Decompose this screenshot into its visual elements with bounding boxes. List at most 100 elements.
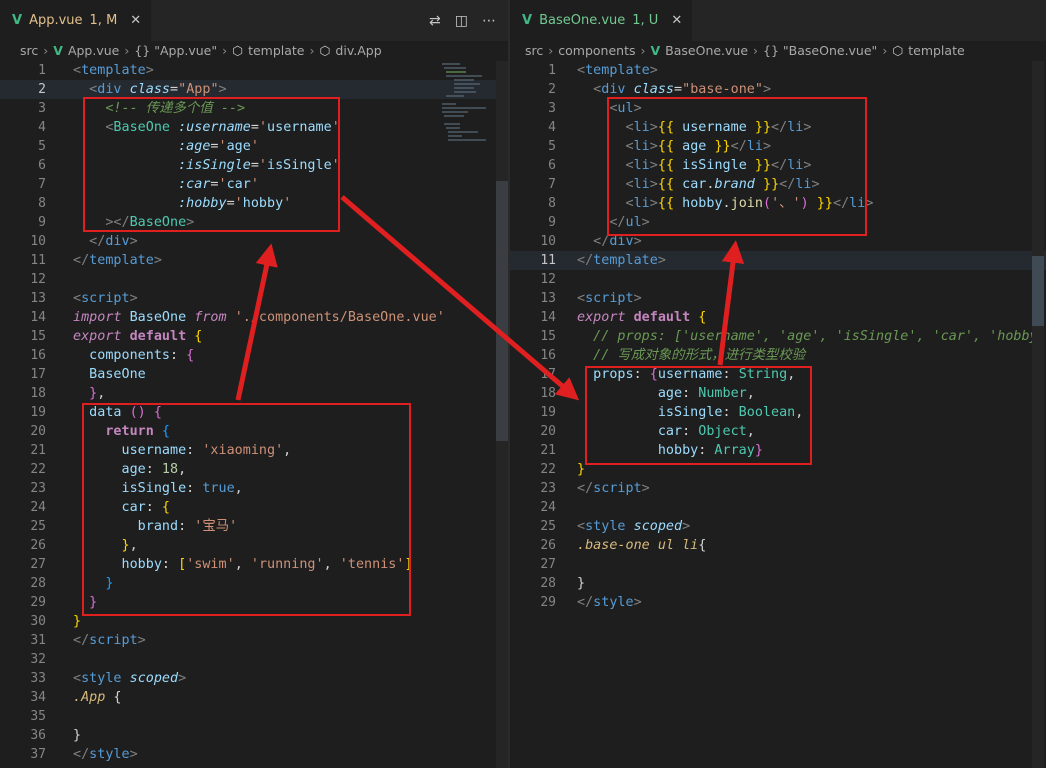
line-number: 24 (30, 500, 46, 515)
tab-label: App.vue (29, 13, 83, 28)
left-tab-bar: V App.vue 1, M ✕ ⇄ ◫ ⋯ (0, 0, 508, 41)
code-text: <li>{{ car.brand }}</li> (625, 177, 820, 192)
code-editor[interactable]: 1 <template> 2 <div class="App"> 3 <!-- 传… (0, 61, 508, 768)
scroll-thumb[interactable] (1032, 256, 1044, 326)
chevron-right-icon: › (124, 43, 130, 58)
tab-app-vue[interactable]: V App.vue 1, M ✕ (0, 0, 152, 41)
split-editor-icon[interactable]: ◫ (455, 13, 468, 29)
code-line: 6 :isSingle='isSingle' (0, 156, 508, 175)
line-number: 8 (38, 196, 46, 211)
code-line: 2 <div class="App"> (0, 80, 508, 99)
code-line: 12 (510, 270, 1046, 289)
code-text: car: { (121, 500, 171, 515)
code-line: 14 import BaseOne from './components/Base… (0, 308, 508, 327)
code-line: 29 } (0, 593, 508, 612)
symbol-icon: ⬡ (892, 43, 904, 58)
code-line: 17 BaseOne (0, 365, 508, 384)
breadcrumb-item[interactable]: {} "BaseOne.vue" (763, 43, 877, 58)
close-icon[interactable]: ✕ (671, 13, 682, 28)
line-number: 19 (30, 405, 46, 420)
line-number: 6 (548, 158, 556, 173)
line-number: 24 (540, 500, 556, 515)
code-text: <li>{{ age }}</li> (625, 139, 772, 154)
code-line: 29 </style> (510, 593, 1046, 612)
breadcrumb-item[interactable]: BaseOne.vue (665, 43, 748, 58)
code-text: brand: '宝马' (137, 519, 238, 534)
code-text: <!-- 传递多个值 --> (105, 101, 246, 116)
code-text: hobby: Array} (657, 443, 763, 458)
line-number: 18 (540, 386, 556, 401)
line-number: 21 (540, 443, 556, 458)
code-text: username: 'xiaoming', (121, 443, 292, 458)
code-text: <div class="base-one"> (593, 82, 772, 97)
code-text: </template> (73, 253, 162, 268)
code-line: 33 <style scoped> (0, 669, 508, 688)
code-text: <template> (73, 63, 154, 78)
symbol-icon: ⬡ (232, 43, 244, 58)
code-line: 31 </script> (0, 631, 508, 650)
code-text: } (73, 728, 82, 743)
line-number: 7 (548, 177, 556, 192)
breadcrumb-item[interactable]: App.vue (68, 43, 119, 58)
code-line: 21 username: 'xiaoming', (0, 441, 508, 460)
code-text: age: Number, (657, 386, 755, 401)
code-text: return { (105, 424, 171, 439)
code-line: 8 <li>{{ hobby.join('、') }}</li> (510, 194, 1046, 213)
code-text: </template> (577, 253, 666, 268)
code-text: <script> (73, 291, 138, 306)
line-number: 9 (38, 215, 46, 230)
code-text: <BaseOne :username='username' (105, 120, 340, 135)
vue-logo-icon: V (53, 43, 63, 58)
code-line: 3 <!-- 传递多个值 --> (0, 99, 508, 118)
vue-logo-icon: V (522, 13, 533, 28)
minimap[interactable] (440, 61, 498, 311)
code-line: 14 export default { (510, 308, 1046, 327)
code-text: :age='age' (178, 139, 259, 154)
line-number: 35 (30, 709, 46, 724)
line-number: 2 (38, 82, 46, 97)
breadcrumb-item[interactable]: div.App (335, 43, 381, 58)
code-text: export default { (577, 310, 707, 325)
code-line: 9 </ul> (510, 213, 1046, 232)
compare-changes-icon[interactable]: ⇄ (429, 13, 441, 29)
code-line: 32 (0, 650, 508, 669)
breadcrumb-item[interactable]: components (558, 43, 635, 58)
line-number: 34 (30, 690, 46, 705)
code-line: 26 .base-one ul li{ (510, 536, 1046, 555)
breadcrumb-item[interactable]: template (248, 43, 304, 58)
code-line: 19 data () { (0, 403, 508, 422)
line-number: 2 (548, 82, 556, 97)
breadcrumb-item[interactable]: src (20, 43, 38, 58)
chevron-right-icon: › (548, 43, 554, 58)
code-text: // 写成对象的形式，进行类型校验 (593, 348, 806, 363)
vertical-scrollbar[interactable] (496, 61, 508, 768)
code-text: } (577, 462, 586, 477)
code-text: <li>{{ hobby.join('、') }}</li> (625, 196, 874, 211)
code-text: } (105, 576, 114, 591)
vertical-scrollbar[interactable] (1032, 61, 1044, 768)
code-line: 18 }, (0, 384, 508, 403)
code-editor[interactable]: 1 <template> 2 <div class="base-one"> 3 <… (510, 61, 1046, 768)
code-text: <li>{{ isSingle }}</li> (625, 158, 812, 173)
code-text: } (577, 576, 586, 591)
line-number: 28 (540, 576, 556, 591)
line-number: 19 (540, 405, 556, 420)
code-text: export default { (73, 329, 203, 344)
more-actions-icon[interactable]: ⋯ (482, 13, 496, 29)
line-number: 11 (540, 253, 556, 268)
scroll-thumb[interactable] (496, 181, 508, 441)
code-text: <script> (577, 291, 642, 306)
tab-baseone-vue[interactable]: V BaseOne.vue 1, U ✕ (510, 0, 693, 41)
code-line: 16 components: { (0, 346, 508, 365)
breadcrumb-item[interactable]: src (525, 43, 543, 58)
line-number: 9 (548, 215, 556, 230)
line-number: 12 (30, 272, 46, 287)
close-icon[interactable]: ✕ (130, 13, 141, 28)
line-number: 28 (30, 576, 46, 591)
code-line: 13 <script> (0, 289, 508, 308)
code-text: :isSingle='isSingle' (178, 158, 340, 173)
code-text: .base-one ul li{ (577, 538, 707, 553)
breadcrumb-item[interactable]: {} "App.vue" (134, 43, 217, 58)
breadcrumb-item[interactable]: template (908, 43, 964, 58)
code-line: 1 <template> (0, 61, 508, 80)
